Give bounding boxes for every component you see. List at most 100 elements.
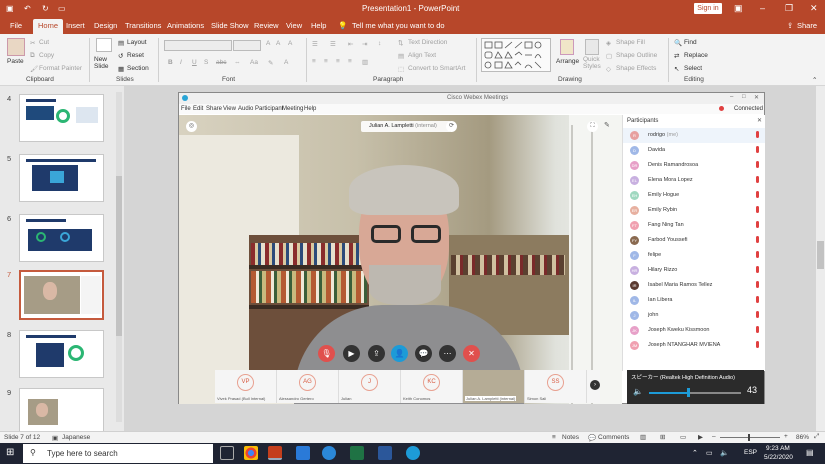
excel-icon[interactable] [350,446,364,460]
text-direction-button[interactable]: Text Direction [408,39,447,46]
find-button[interactable]: Find [684,39,697,46]
participant-row[interactable]: FY Farbod Youssefi [623,233,765,248]
new-slide-button[interactable]: New Slide [94,56,116,70]
mic-muted-icon[interactable] [756,131,759,138]
slide-thumbnail[interactable] [19,330,104,378]
webex-maximize-icon[interactable]: □ [742,94,746,100]
powerpoint-icon[interactable] [268,446,282,460]
align-left-icon[interactable]: ≡ [312,58,316,65]
mic-muted-icon[interactable] [756,266,759,273]
participant-row[interactable]: EH Emily Hogue [623,188,765,203]
participant-row[interactable]: IL Ian Libera [623,293,765,308]
slideshow-icon[interactable]: ▶ [698,433,703,441]
slide-thumbnail[interactable] [19,388,104,436]
tab-design[interactable]: Design [94,21,117,30]
outdent-icon[interactable]: ⇥ [362,40,367,48]
slide-scrollbar[interactable] [816,86,825,431]
tab-help[interactable]: Help [311,21,326,30]
webex-menu-participant[interactable]: Participant [255,106,283,112]
participant-row[interactable]: DR Denis Ramandrosoa [623,158,765,173]
format-painter-button[interactable]: Format Painter [39,65,82,72]
mic-muted-icon[interactable] [756,251,759,258]
numbering-icon[interactable]: ☰ [330,40,336,48]
slide-sorter-icon[interactable]: ⊞ [660,433,665,441]
pin-icon[interactable]: ✎ [604,121,610,129]
align-center-icon[interactable]: ≡ [324,58,328,65]
participant-row[interactable]: Ffelipe [623,248,765,263]
save-icon[interactable]: ▣ [6,4,14,13]
slide-thumbnail[interactable] [19,214,104,262]
webex-menu-help[interactable]: Help [304,106,316,112]
bullets-icon[interactable]: ☰ [312,40,318,48]
convert-smartart-button[interactable]: Convert to SmartArt [408,65,465,72]
mic-muted-icon[interactable] [756,206,759,213]
participant-tile-video[interactable]: Julian A. Lampletti (internal) [463,370,525,403]
comments-button[interactable]: Comments [598,434,629,441]
mic-muted-icon[interactable] [756,281,759,288]
close-icon[interactable]: ✕ [810,3,818,14]
participant-tile[interactable]: J Julian [339,370,401,403]
cut-button[interactable]: Cut [39,39,49,46]
clock-date[interactable]: 5/22/2020 [764,454,793,461]
indent-icon[interactable]: ⇤ [348,40,353,48]
undo-icon[interactable]: ↶ [24,4,31,13]
network-icon[interactable]: ▭ [706,449,713,457]
normal-view-icon[interactable]: ▥ [640,433,646,441]
redo-icon[interactable]: ↻ [42,4,49,13]
decrease-font-button[interactable]: A [276,40,280,47]
font-size-select[interactable] [233,40,261,51]
participant-row[interactable]: JK Joseph Kweku Kissmoon [623,323,765,338]
collapse-ribbon-icon[interactable]: ⌃ [812,76,817,84]
fit-slide-icon[interactable]: ⤢ [814,433,819,441]
tell-me-search[interactable]: Tell me what you want to do [352,21,445,30]
share-content-button[interactable]: ⇪ [368,345,385,362]
participants-button[interactable]: 👤 [391,345,408,362]
zoom-out-icon[interactable]: – [712,433,716,440]
share-button[interactable]: Share [797,21,817,30]
shadow-button[interactable]: S [204,59,208,66]
underline-button[interactable]: U [192,59,197,66]
edge-icon[interactable] [322,446,336,460]
leave-meeting-button[interactable]: ✕ [463,345,480,362]
shape-outline-button[interactable]: Shape Outline [616,52,657,59]
share-icon[interactable]: ⇪ [787,21,793,30]
zoom-in-icon[interactable]: + [784,433,788,440]
tab-view[interactable]: View [286,21,302,30]
participant-row[interactable]: Jjohn [623,308,765,323]
section-button[interactable]: Section [127,65,149,72]
quick-styles-button[interactable]: Quick Styles [583,56,605,70]
speaker-icon[interactable]: 🔈 [633,387,643,396]
paste-button[interactable]: Paste [7,58,24,65]
strip-next-icon[interactable]: › [590,380,600,390]
thumbnails-scrollbar[interactable] [116,92,122,422]
zoom-slider[interactable] [720,437,780,438]
clear-format-button[interactable]: A [288,40,292,47]
mic-muted-icon[interactable] [756,221,759,228]
align-text-button[interactable]: Align Text [408,52,436,59]
shapes-gallery[interactable] [481,38,551,72]
paste-icon[interactable] [7,38,25,56]
tab-file[interactable]: File [10,21,22,30]
word-icon[interactable] [378,446,392,460]
char-spacing-icon[interactable]: ⇔ [234,59,241,66]
columns-icon[interactable]: ▥ [362,58,368,66]
lock-view-icon[interactable]: ⟳ [446,121,457,132]
mic-muted-icon[interactable] [756,236,759,243]
task-view-icon[interactable] [220,446,234,460]
change-case-button[interactable]: Aa [250,59,258,66]
new-slide-icon[interactable] [96,38,112,52]
line-spacing-icon[interactable]: ↕ [378,40,381,47]
fullscreen-icon[interactable]: ⛶ [587,121,598,132]
mic-muted-icon[interactable] [756,311,759,318]
video-button[interactable]: ▶ [343,345,360,362]
notes-button[interactable]: Notes [562,434,579,441]
outlook-icon[interactable] [296,446,310,460]
layout-toggle-icon[interactable]: ◎ [186,121,197,132]
volume-slider-thumb[interactable] [687,388,690,397]
mic-muted-icon[interactable] [756,191,759,198]
align-right-icon[interactable]: ≡ [336,58,340,65]
webex-menu-view[interactable]: View [223,106,236,112]
present-icon[interactable]: ▭ [58,4,66,13]
copy-button[interactable]: Copy [39,52,54,59]
webex-menu-audio[interactable]: Audio [238,106,253,112]
